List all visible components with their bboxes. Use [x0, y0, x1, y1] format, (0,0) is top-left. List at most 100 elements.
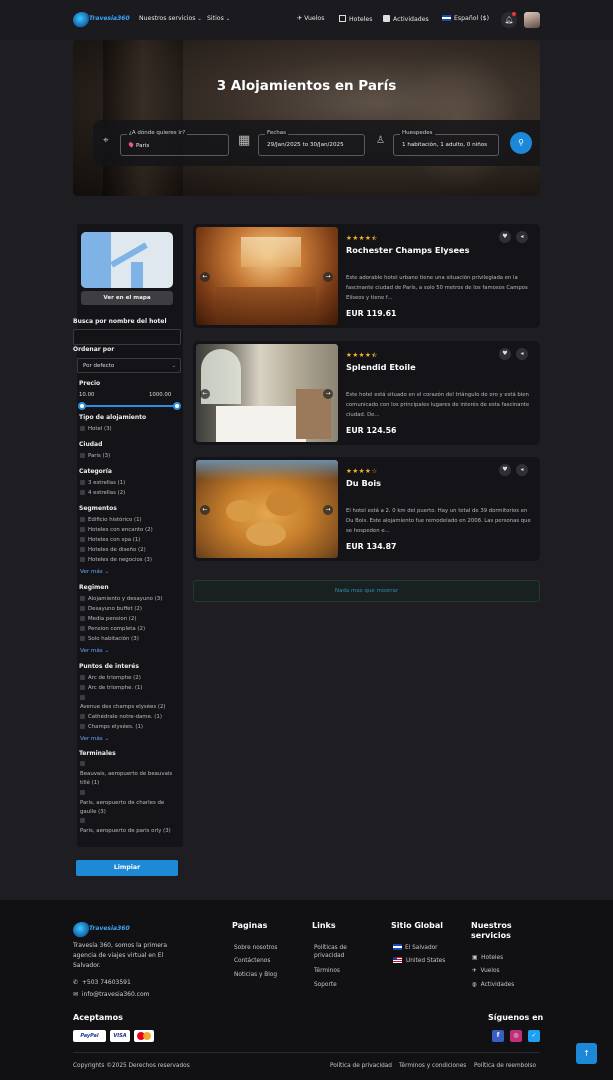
- filter-checkbox-row[interactable]: Arc de triomphe. (1): [80, 685, 143, 691]
- filter-checkbox-row[interactable]: Paris (3): [80, 453, 110, 459]
- checkbox[interactable]: [80, 714, 85, 719]
- checkbox[interactable]: [80, 606, 85, 611]
- footer-service-activities[interactable]: ◍ Actividades: [472, 981, 514, 989]
- checkbox[interactable]: [80, 695, 85, 700]
- price-min-handle[interactable]: [78, 402, 86, 410]
- destination-field[interactable]: ¿A dónde quieres ir? Paris: [120, 130, 229, 156]
- checkbox[interactable]: [80, 547, 85, 552]
- hotel-card[interactable]: ← → ★★★★⯪ Rochester Champs Elysees Este …: [193, 224, 540, 328]
- legal-link[interactable]: Política de privacidad: [330, 1063, 392, 1069]
- hotel-card[interactable]: ← → ★★★★⯪ Splendid Etoile Este hotel est…: [193, 341, 540, 445]
- see-more-poi[interactable]: Ver más ⌄: [80, 736, 109, 742]
- checkbox[interactable]: [80, 557, 85, 562]
- filter-checkbox-row[interactable]: Alojamiento y desayuno (3): [80, 596, 162, 602]
- view-map-button[interactable]: Ver en el mapa: [81, 291, 173, 305]
- checkbox[interactable]: [80, 685, 85, 690]
- next-photo-button[interactable]: →: [323, 272, 333, 282]
- checkbox[interactable]: [80, 517, 85, 522]
- footer-link[interactable]: Términos: [314, 967, 340, 975]
- filter-checkbox-row[interactable]: 4 estrellas (2): [80, 490, 125, 496]
- checkbox[interactable]: [80, 636, 85, 641]
- legal-link[interactable]: Política de reembolso: [474, 1063, 536, 1069]
- footer-service-hotels[interactable]: ▣ Hoteles: [472, 954, 503, 962]
- scroll-to-top-button[interactable]: ↑: [576, 1043, 597, 1064]
- dates-field[interactable]: Fechas 29/Jan/2025 to 30/Jan/2025: [258, 130, 365, 156]
- filter-checkbox[interactable]: [80, 818, 88, 824]
- previous-photo-button[interactable]: ←: [200, 272, 210, 282]
- filter-checkbox-row[interactable]: [80, 695, 88, 701]
- price-max-handle[interactable]: [173, 402, 181, 410]
- footer-email[interactable]: ✉ info@travesia360.com: [73, 991, 150, 998]
- filter-checkbox-row[interactable]: 3 estrellas (1): [80, 480, 125, 486]
- next-photo-button[interactable]: →: [323, 505, 333, 515]
- facebook-icon[interactable]: f: [492, 1030, 504, 1042]
- checkbox[interactable]: [80, 596, 85, 601]
- checkbox[interactable]: [80, 453, 85, 458]
- footer-service-flights[interactable]: ✈ Vuelos: [472, 967, 500, 975]
- checkbox[interactable]: [80, 626, 85, 631]
- site-logo[interactable]: Travesia360: [73, 10, 131, 30]
- footer-phone[interactable]: ✆ +503 74603591: [73, 979, 131, 986]
- checkbox[interactable]: [80, 616, 85, 621]
- checkbox[interactable]: [80, 761, 85, 766]
- filter-checkbox-row[interactable]: Hoteles con encanto (2): [80, 527, 153, 533]
- nav-hotels[interactable]: Hoteles: [339, 15, 372, 23]
- favorite-button[interactable]: ♥: [499, 348, 511, 360]
- hotel-card[interactable]: ← → ★★★★☆ Du Bois El hotel está a 2. 0 k…: [193, 457, 540, 561]
- next-photo-button[interactable]: →: [323, 389, 333, 399]
- filter-checkbox-row[interactable]: Cathédrale notre-dame. (1): [80, 714, 162, 720]
- filter-checkbox-row[interactable]: Arc de triomphe (2): [80, 675, 141, 681]
- filter-checkbox[interactable]: [80, 761, 88, 767]
- nav-flights[interactable]: ✈ Vuelos: [297, 15, 324, 22]
- share-button[interactable]: ◂: [516, 464, 528, 476]
- nav-activities[interactable]: Actividades: [383, 15, 429, 23]
- hotel-name-search-input[interactable]: [73, 329, 181, 345]
- filter-checkbox-row[interactable]: Hoteles de negocios (3): [80, 557, 152, 563]
- nav-sites-dropdown[interactable]: Sitios ⌄: [207, 15, 230, 22]
- language-selector[interactable]: Español ($): [442, 15, 489, 22]
- see-more-regime[interactable]: Ver más ⌄: [80, 648, 109, 654]
- checkbox[interactable]: [80, 724, 85, 729]
- footer-link[interactable]: Políticas de privacidad: [314, 944, 362, 960]
- hotel-name[interactable]: Splendid Etoile: [346, 362, 416, 372]
- footer-link[interactable]: Sobre nosotros: [234, 944, 277, 952]
- filter-checkbox-row[interactable]: Media pension (2): [80, 616, 136, 622]
- filter-checkbox-row[interactable]: Desayuno buffet (2): [80, 606, 142, 612]
- filter-checkbox-row[interactable]: Champs elysées. (1): [80, 724, 143, 730]
- checkbox[interactable]: [80, 675, 85, 680]
- checkbox[interactable]: [80, 480, 85, 485]
- filter-checkbox-row[interactable]: Hoteles de diseño (2): [80, 547, 146, 553]
- hotel-name[interactable]: Du Bois: [346, 478, 381, 488]
- hotel-photo[interactable]: ← →: [196, 227, 338, 325]
- hotel-photo[interactable]: ← →: [196, 344, 338, 442]
- previous-photo-button[interactable]: ←: [200, 505, 210, 515]
- footer-link[interactable]: Noticias y Blog: [234, 971, 277, 979]
- favorite-button[interactable]: ♥: [499, 464, 511, 476]
- sort-select[interactable]: Por defecto ⌄: [77, 358, 181, 373]
- checkbox[interactable]: [80, 426, 85, 431]
- footer-link[interactable]: Contáctenos: [234, 957, 270, 965]
- map-preview[interactable]: [81, 232, 173, 288]
- instagram-icon[interactable]: ◎: [510, 1030, 522, 1042]
- twitter-icon[interactable]: ✓: [528, 1030, 540, 1042]
- footer-link[interactable]: Soporte: [314, 981, 337, 989]
- guests-field[interactable]: Huespedes 1 habitación, 1 adulto, 0 niño…: [393, 130, 499, 156]
- filter-checkbox-row[interactable]: Solo habitación (3): [80, 636, 139, 642]
- filter-checkbox-row[interactable]: Hotel (3): [80, 426, 112, 432]
- filter-checkbox-row[interactable]: Edificio histórico (1): [80, 517, 142, 523]
- site-united-states[interactable]: United States: [393, 957, 445, 965]
- favorite-button[interactable]: ♥: [499, 231, 511, 243]
- legal-link[interactable]: Términos y condiciones: [399, 1063, 466, 1069]
- site-el-salvador[interactable]: El Salvador: [393, 944, 438, 952]
- checkbox[interactable]: [80, 790, 85, 795]
- search-button[interactable]: ⚲: [510, 132, 532, 154]
- user-avatar[interactable]: [524, 12, 540, 28]
- share-button[interactable]: ◂: [516, 348, 528, 360]
- see-more-segments[interactable]: Ver más ⌄: [80, 569, 109, 575]
- checkbox[interactable]: [80, 818, 85, 823]
- checkbox[interactable]: [80, 490, 85, 495]
- clear-filters-button[interactable]: Limpiar: [76, 860, 178, 876]
- hotel-photo[interactable]: ← →: [196, 460, 338, 558]
- hotel-name[interactable]: Rochester Champs Elysees: [346, 245, 469, 255]
- share-button[interactable]: ◂: [516, 231, 528, 243]
